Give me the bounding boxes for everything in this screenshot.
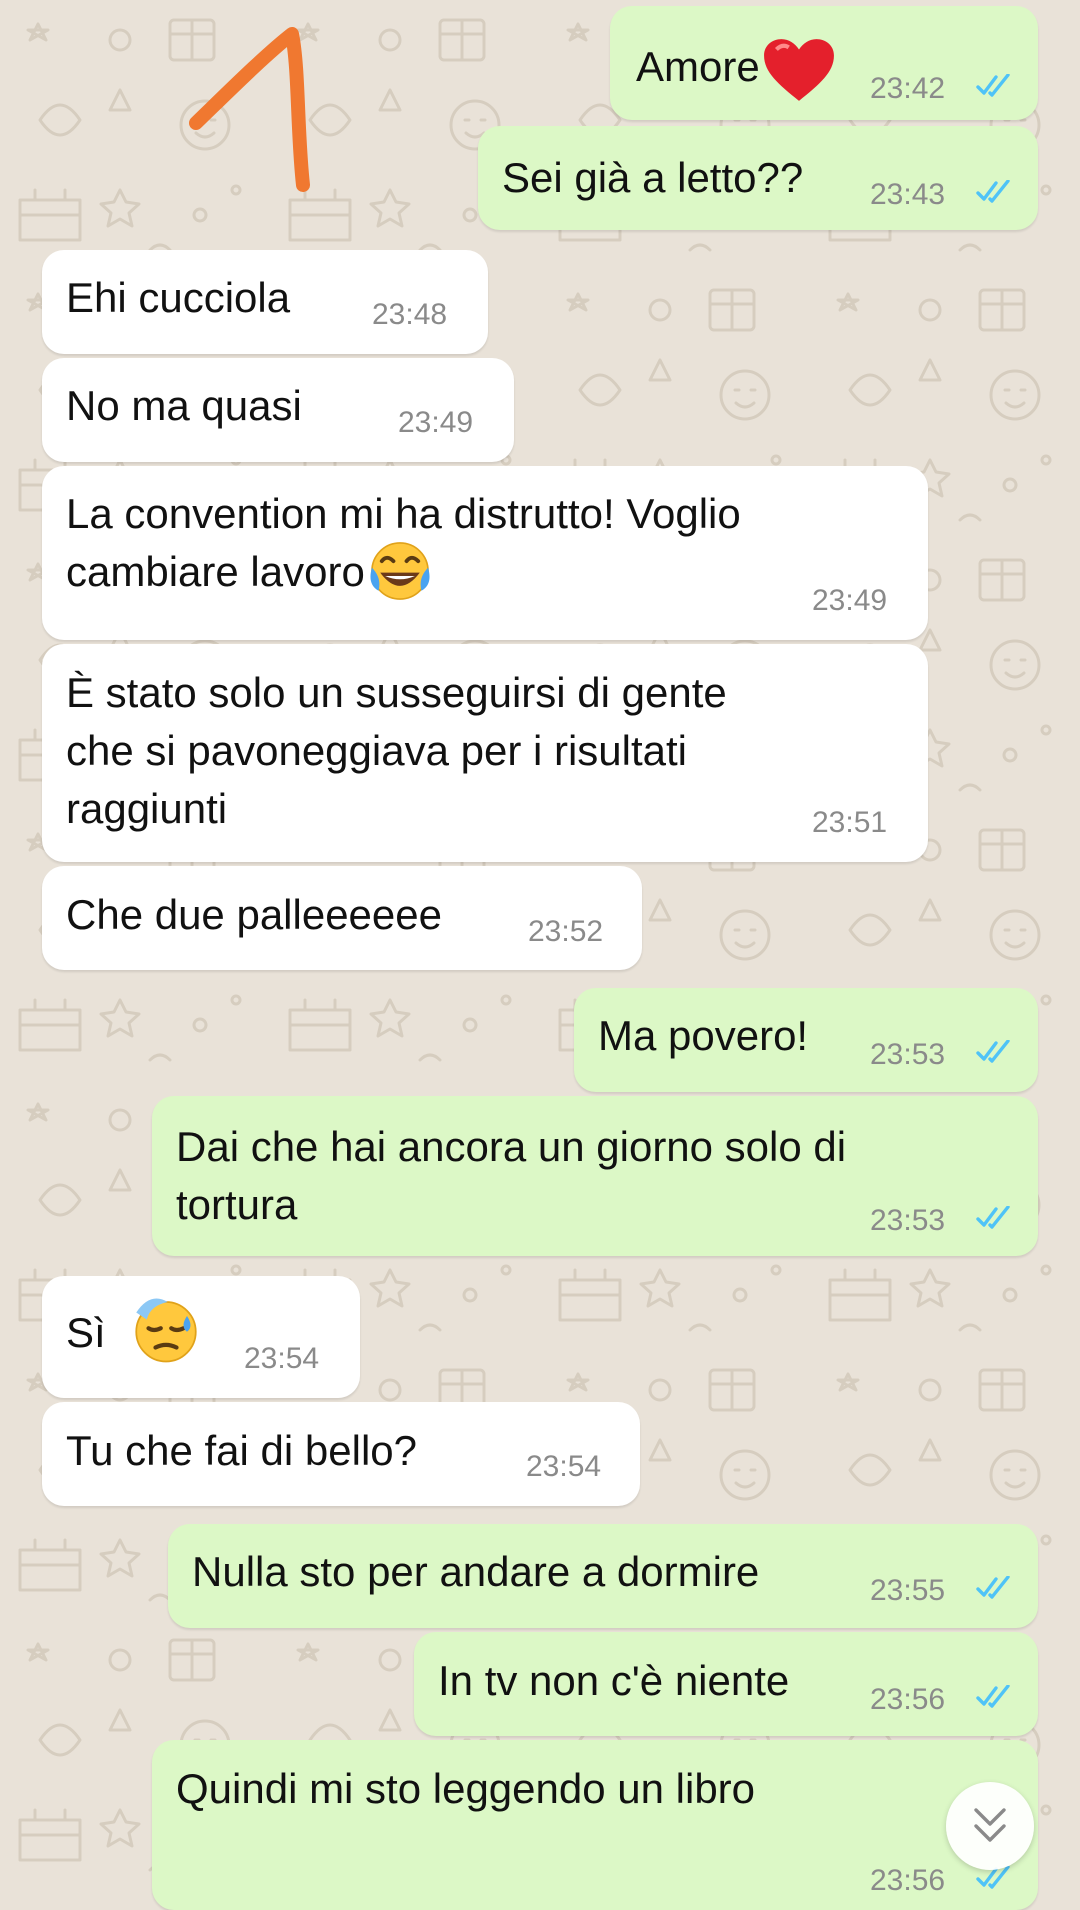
message-timestamp: 23:53 — [870, 1038, 946, 1071]
red-heart-icon — [763, 39, 834, 101]
read-receipt-icon — [976, 1040, 1010, 1063]
message-bubble-outgoing[interactable]: Quindi mi sto leggendo un libro 23:56 — [152, 1740, 1038, 1910]
read-receipt-icon — [976, 1685, 1010, 1708]
message-text: Ehi cucciola — [66, 274, 291, 321]
message-timestamp: 23:49 — [398, 406, 474, 439]
message-text: Dai che hai ancora un giorno solo di tor… — [176, 1123, 847, 1228]
scroll-to-bottom-button[interactable] — [946, 1782, 1034, 1870]
read-receipt-icon — [976, 1576, 1010, 1599]
message-bubble-incoming[interactable]: La convention mi ha distrutto! Voglio ca… — [42, 466, 928, 640]
message-bubble-incoming[interactable]: È stato solo un susseguirsi di gente che… — [42, 644, 928, 862]
message-bubble-outgoing[interactable]: Amore 23:42 — [610, 6, 1038, 120]
face-with-tears-of-joy-icon — [370, 542, 430, 600]
message-text: È stato solo un susseguirsi di gente che… — [66, 669, 727, 832]
double-chevron-down-icon — [974, 1808, 1006, 1842]
message-timestamp: 23:48 — [372, 298, 448, 331]
message-timestamp: 23:52 — [528, 915, 604, 948]
message-timestamp: 23:56 — [870, 1864, 946, 1897]
message-text: La convention mi ha distrutto! Voglio ca… — [66, 485, 741, 604]
message-timestamp: 23:53 — [870, 1204, 946, 1237]
message-bubble-incoming[interactable]: Sì 23:54 — [42, 1276, 360, 1398]
message-timestamp: 23:51 — [812, 806, 888, 839]
message-bubble-outgoing[interactable]: Ma povero! 23:53 — [574, 988, 1038, 1092]
message-bubble-incoming[interactable]: Ehi cucciola 23:48 — [42, 250, 488, 354]
message-bubble-incoming[interactable]: Che due palleeeeee 23:52 — [42, 866, 642, 970]
message-bubble-outgoing[interactable]: Dai che hai ancora un giorno solo di tor… — [152, 1096, 1038, 1256]
read-receipt-icon — [976, 180, 1010, 203]
message-text: Quindi mi sto leggendo un libro — [176, 1765, 756, 1812]
message-bubble-outgoing[interactable]: Nulla sto per andare a dormire 23:55 — [168, 1524, 1038, 1628]
read-receipt-icon — [976, 1866, 1010, 1889]
message-bubble-incoming[interactable]: Tu che fai di bello? 23:54 — [42, 1402, 640, 1506]
message-text: Sì — [66, 1298, 201, 1365]
message-timestamp: 23:55 — [870, 1574, 946, 1607]
message-timestamp: 23:49 — [812, 584, 888, 617]
downcast-face-with-sweat-icon — [135, 1298, 197, 1363]
message-text: Tu che fai di bello? — [66, 1427, 417, 1474]
message-timestamp: 23:54 — [244, 1342, 320, 1375]
message-timestamp: 23:56 — [870, 1683, 946, 1716]
message-text: Ma povero! — [598, 1012, 809, 1059]
message-bubble-incoming[interactable]: No ma quasi 23:49 — [42, 358, 514, 462]
message-text: No ma quasi — [66, 382, 302, 429]
message-text: Sei già a letto?? — [502, 154, 804, 201]
message-timestamp: 23:42 — [870, 72, 946, 105]
read-receipt-icon — [976, 1206, 1010, 1229]
message-bubble-outgoing[interactable]: Sei già a letto?? 23:43 — [478, 126, 1038, 230]
read-receipt-icon — [976, 74, 1010, 97]
message-bubble-outgoing[interactable]: In tv non c'è niente 23:56 — [414, 1632, 1038, 1736]
message-text: In tv non c'è niente — [438, 1657, 790, 1704]
message-text: Nulla sto per andare a dormire — [192, 1548, 760, 1595]
message-text: Che due palleeeeee — [66, 891, 442, 938]
message-text: Amore — [636, 37, 836, 103]
message-timestamp: 23:54 — [526, 1450, 602, 1483]
message-timestamp: 23:43 — [870, 178, 946, 211]
